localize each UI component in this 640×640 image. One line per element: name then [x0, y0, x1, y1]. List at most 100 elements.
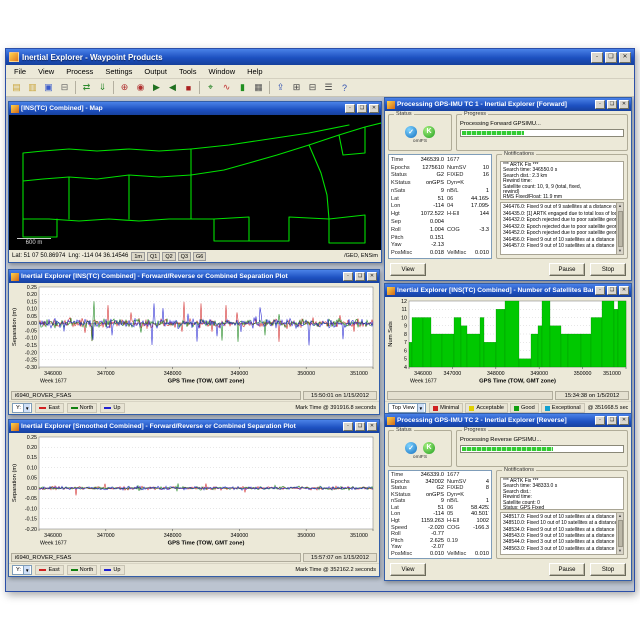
separation-plot-titlebar[interactable]: Inertial Explorer [INS(TC) Combined] - F… — [9, 270, 379, 283]
scroll-down-icon[interactable]: ▼ — [618, 548, 622, 554]
export-wizard-icon[interactable]: ⇪ — [273, 80, 288, 95]
help-icon[interactable]: ? — [337, 80, 352, 95]
legend-item-minimal[interactable]: Minimal — [429, 403, 463, 413]
legend-item-east[interactable]: East — [35, 403, 63, 413]
maximize-button[interactable]: ❏ — [607, 100, 617, 109]
close-button[interactable]: ✕ — [369, 104, 379, 113]
process-reverse-icon[interactable]: ◀ — [165, 80, 180, 95]
map-toggle-g6[interactable]: G6 — [193, 252, 206, 261]
maximize-button[interactable]: ❏ — [355, 422, 365, 431]
smoothed-separation-plot-titlebar[interactable]: Inertial Explorer [Smoothed Combined] - … — [9, 420, 379, 433]
legend-item-north[interactable]: North — [67, 565, 98, 575]
close-button[interactable]: ✕ — [367, 422, 377, 431]
scrollbar[interactable]: ▲▼ — [616, 203, 623, 254]
zoom-out-icon[interactable]: ⊟ — [305, 80, 320, 95]
mark-time-readout[interactable]: Mark Time @ 391916.8 seconds — [295, 405, 376, 411]
notification-item[interactable]: 346452.0: Epoch rejected due to poor sat… — [503, 230, 615, 236]
notification-item[interactable]: 348510.0: Fixed 10 out of 10 satellites … — [503, 520, 615, 526]
scroll-down-icon[interactable]: ▼ — [618, 248, 622, 254]
map-window-icon[interactable]: ⌖ — [203, 80, 218, 95]
new-project-icon[interactable]: ▤ — [9, 80, 24, 95]
map-toggle-q2[interactable]: Q2 — [162, 252, 175, 261]
separation-plot-icon[interactable]: ∿ — [219, 80, 234, 95]
minimize-button[interactable]: - — [343, 272, 353, 281]
map-toggle-q3[interactable]: Q3 — [178, 252, 191, 261]
minimize-button[interactable]: - — [595, 100, 605, 109]
satellites-plot-titlebar[interactable]: Inertial Explorer [INS(TC) Combined] - N… — [385, 284, 631, 297]
menu-item-file[interactable]: File — [8, 66, 32, 77]
maximize-button[interactable]: ❏ — [355, 272, 365, 281]
close-button[interactable]: ✕ — [619, 416, 629, 425]
open-project-icon[interactable]: ▥ — [25, 80, 40, 95]
menu-item-tools[interactable]: Tools — [173, 66, 203, 77]
minimize-button[interactable]: - — [591, 52, 603, 63]
mark-time-readout[interactable]: Mark Time @ 352162.2 seconds — [295, 567, 376, 573]
legend-item-up[interactable]: Up — [100, 565, 124, 575]
notification-item[interactable]: 346456.0: Fixed 9 out of 10 satellites a… — [503, 237, 615, 243]
legend-item-north[interactable]: North — [67, 403, 98, 413]
notification-item[interactable]: 346476.0: Fixed 9 out of 9 satellites at… — [503, 204, 615, 210]
maximize-button[interactable]: ❏ — [605, 52, 617, 63]
pause-button[interactable]: Pause — [549, 563, 585, 576]
scrollbar[interactable]: ▲▼ — [616, 513, 623, 554]
notification-item[interactable]: 346432.0: Epoch rejected due to poor sat… — [503, 217, 615, 223]
view-button[interactable]: View — [390, 263, 426, 276]
close-button[interactable]: ✕ — [619, 100, 629, 109]
process-imu-icon[interactable]: ◉ — [133, 80, 148, 95]
view-button[interactable]: View — [390, 563, 426, 576]
map-toggle-q1[interactable]: Q1 — [147, 252, 160, 261]
y-axis-select[interactable]: Y:▼ — [12, 403, 32, 413]
app-titlebar[interactable]: Inertial Explorer - Waypoint Products -❏… — [6, 49, 634, 65]
close-button[interactable]: ✕ — [619, 286, 629, 295]
close-button[interactable]: ✕ — [367, 272, 377, 281]
satellites-plot-canvas[interactable]: 1211109876543460003470003480003490003500… — [385, 297, 631, 390]
pause-button[interactable]: Pause — [549, 263, 585, 276]
notification-item[interactable]: 346457.0: Fixed 9 out of 10 satellites a… — [503, 243, 615, 249]
close-button[interactable]: ✕ — [619, 52, 631, 63]
mark-time-readout[interactable]: @ 351668.5 seconds — [588, 405, 628, 411]
process-forward-icon[interactable]: ▶ — [149, 80, 164, 95]
convert-data-icon[interactable]: ⇄ — [79, 80, 94, 95]
zoom-in-icon[interactable]: ⊞ — [289, 80, 304, 95]
results-table-icon[interactable]: ▦ — [251, 80, 266, 95]
notifications-list[interactable]: 348517.0: Fixed 9 out of 10 satellites a… — [500, 512, 624, 555]
map-toggle-1m[interactable]: 1m — [131, 252, 145, 261]
minimize-button[interactable]: - — [595, 286, 605, 295]
legend-item-good[interactable]: Good — [510, 403, 539, 413]
processing-forward-titlebar[interactable]: Processing GPS-IMU TC 1 - Inertial Explo… — [385, 98, 631, 111]
scroll-up-icon[interactable]: ▲ — [618, 513, 622, 519]
y-axis-select[interactable]: Y:▼ — [12, 565, 32, 575]
view-select[interactable]: Top View▼ — [388, 403, 426, 413]
menu-item-output[interactable]: Output — [138, 66, 173, 77]
save-project-icon[interactable]: ▣ — [41, 80, 56, 95]
stop-button[interactable]: Stop — [590, 263, 626, 276]
stop-button[interactable]: Stop — [590, 563, 626, 576]
legend-item-up[interactable]: Up — [100, 403, 124, 413]
stop-processing-icon[interactable]: ■ — [181, 80, 196, 95]
notification-item[interactable]: 348563.0: Fixed 3 out of 10 satellites a… — [503, 546, 615, 552]
legend-item-exceptional[interactable]: Exceptional — [541, 403, 585, 413]
scroll-thumb[interactable] — [618, 520, 623, 546]
minimize-button[interactable]: - — [345, 104, 355, 113]
menu-item-settings[interactable]: Settings — [99, 66, 138, 77]
maximize-button[interactable]: ❏ — [357, 104, 367, 113]
process-gnss-icon[interactable]: ⊕ — [117, 80, 132, 95]
map-window-titlebar[interactable]: [INS(TC) Combined] - Map -❏✕ — [9, 102, 381, 115]
smoothed-separation-plot-canvas[interactable]: 0.250.200.150.100.050.00-0.05-0.10-0.15-… — [9, 433, 379, 552]
scroll-thumb[interactable] — [618, 211, 623, 247]
map-canvas[interactable]: 600 m — [9, 115, 381, 250]
maximize-button[interactable]: ❏ — [607, 286, 617, 295]
notification-item[interactable]: 348544.0: Fixed 3 out of 10 satellites a… — [503, 539, 615, 545]
settings-icon[interactable]: ☰ — [321, 80, 336, 95]
notifications-list[interactable]: 346476.0: Fixed 9 out of 9 satellites at… — [500, 202, 624, 255]
menu-item-process[interactable]: Process — [60, 66, 99, 77]
processing-reverse-titlebar[interactable]: Processing GPS-IMU TC 2 - Inertial Explo… — [385, 414, 631, 427]
minimize-button[interactable]: - — [343, 422, 353, 431]
menu-item-help[interactable]: Help — [241, 66, 268, 77]
scroll-up-icon[interactable]: ▲ — [618, 203, 622, 209]
satellite-plot-icon[interactable]: ▮ — [235, 80, 250, 95]
download-data-icon[interactable]: ⇓ — [95, 80, 110, 95]
legend-item-east[interactable]: East — [35, 565, 63, 575]
minimize-button[interactable]: - — [595, 416, 605, 425]
menu-item-window[interactable]: Window — [202, 66, 241, 77]
